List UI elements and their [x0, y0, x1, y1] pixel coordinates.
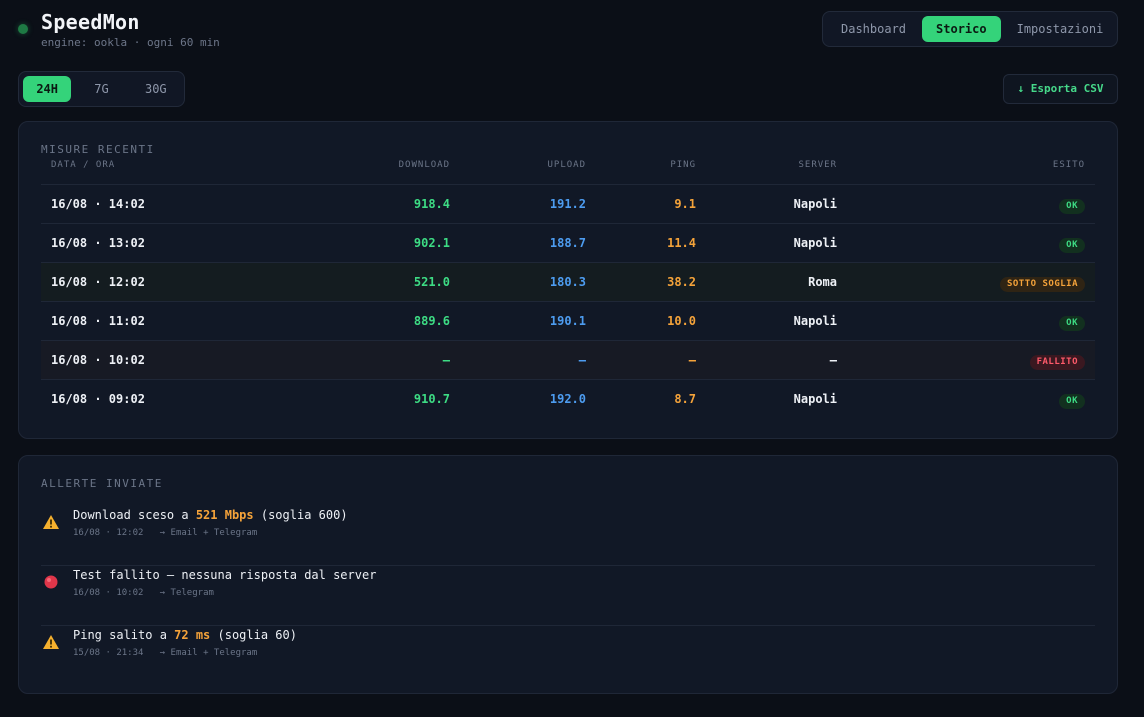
range-selector: 24H 7G 30G: [18, 71, 185, 107]
alert-text-pre: Ping salito a: [73, 628, 175, 642]
cell-upload: 191.2: [549, 197, 586, 211]
measurements-table: DATA / ORA DOWNLOAD UPLOAD PING SERVER E…: [41, 156, 1095, 418]
cell-upload: 190.1: [549, 314, 586, 328]
export-csv-button[interactable]: ↓ Esporta CSV: [1003, 74, 1118, 104]
alert-message: Download sceso a 521 Mbps (soglia 600): [73, 508, 348, 522]
cell-ping: 38.2: [667, 275, 696, 289]
alert-channels: → Email + Telegram: [159, 648, 258, 658]
cell-esito: OK: [1059, 380, 1085, 418]
cell-ping: —: [688, 353, 696, 367]
app-subtitle: engine: ookla · ogni 60 min: [41, 36, 220, 49]
status-badge: FALLITO: [1029, 355, 1085, 370]
alert-value: 521 Mbps: [195, 508, 254, 522]
table-header: DATA / ORA DOWNLOAD UPLOAD PING SERVER E…: [41, 156, 1095, 185]
app-title: SpeedMon: [41, 10, 140, 34]
measurements-card: MISURE RECENTI DATA / ORA DOWNLOAD UPLOA…: [18, 121, 1118, 439]
range-30g-button[interactable]: 30G: [132, 76, 180, 102]
cell-esito: OK: [1059, 224, 1085, 262]
table-row[interactable]: 16/08 · 12:02 521.0 180.3 38.2 Roma SOTT…: [41, 263, 1095, 302]
cell-server: Napoli: [793, 314, 837, 328]
table-row[interactable]: 16/08 · 10:02 — — — — FALLITO: [41, 341, 1095, 380]
alert-meta: 16/08 · 10:02 → Telegram: [73, 588, 214, 598]
cell-esito: OK: [1059, 185, 1085, 223]
col-esito: ESITO: [1052, 160, 1085, 170]
col-upload: UPLOAD: [547, 160, 586, 170]
alert-time: 16/08 · 12:02: [73, 528, 144, 538]
cell-server: Roma: [808, 275, 837, 289]
alert-text-post: (soglia 600): [253, 508, 348, 522]
alert-item[interactable]: Download sceso a 521 Mbps (soglia 600) 1…: [41, 505, 1095, 566]
col-ping: PING: [670, 160, 696, 170]
cell-ping: 10.0: [667, 314, 696, 328]
col-server: SERVER: [798, 160, 837, 170]
status-badge: OK: [1059, 394, 1085, 409]
col-download: DOWNLOAD: [398, 160, 450, 170]
cell-ping: 8.7: [674, 392, 696, 406]
alert-text-pre: Download sceso a: [73, 508, 196, 522]
alert-channels: → Telegram: [159, 588, 214, 598]
cell-date: 16/08 · 13:02: [51, 236, 145, 250]
cell-upload: 180.3: [549, 275, 586, 289]
status-badge: OK: [1059, 238, 1085, 253]
alert-meta: 15/08 · 21:34 → Email + Telegram: [73, 648, 257, 658]
cell-upload: —: [578, 353, 586, 367]
cell-ping: 9.1: [674, 197, 696, 211]
error-dot-icon: [44, 575, 58, 589]
alert-item[interactable]: Test fallito — nessuna risposta dal serv…: [41, 565, 1095, 626]
cell-date: 16/08 · 11:02: [51, 314, 145, 328]
alert-item[interactable]: Ping salito a 72 ms (soglia 60) 15/08 · …: [41, 625, 1095, 685]
cell-download: 902.1: [413, 236, 450, 250]
tab-storico[interactable]: Storico: [922, 16, 1001, 42]
table-row[interactable]: 16/08 · 09:02 910.7 192.0 8.7 Napoli OK: [41, 380, 1095, 418]
cell-date: 16/08 · 09:02: [51, 392, 145, 406]
cell-download: —: [442, 353, 450, 367]
alerts-card: ALLERTE INVIATE Download sceso a 521 Mbp…: [18, 455, 1118, 694]
cell-download: 889.6: [413, 314, 450, 328]
warning-icon: [43, 635, 59, 649]
status-badge: OK: [1059, 199, 1085, 214]
alerts-title: ALLERTE INVIATE: [41, 477, 163, 490]
alert-time: 15/08 · 21:34: [73, 648, 144, 658]
status-dot-icon: [18, 24, 28, 34]
main-nav: Dashboard Storico Impostazioni: [822, 11, 1118, 47]
status-badge: SOTTO SOGLIA: [999, 277, 1085, 292]
measurements-title: MISURE RECENTI: [41, 143, 155, 156]
tab-dashboard[interactable]: Dashboard: [827, 16, 920, 42]
status-badge: OK: [1059, 316, 1085, 331]
alert-text-post: (soglia 60): [210, 628, 297, 642]
alert-message: Test fallito — nessuna risposta dal serv…: [73, 568, 377, 582]
alert-value: 72 ms: [174, 628, 211, 642]
range-24h-button[interactable]: 24H: [23, 76, 72, 102]
table-row[interactable]: 16/08 · 11:02 889.6 190.1 10.0 Napoli OK: [41, 302, 1095, 341]
cell-upload: 192.0: [549, 392, 586, 406]
cell-server: Napoli: [793, 236, 837, 250]
warning-icon: [43, 515, 59, 529]
cell-server: Napoli: [793, 392, 837, 406]
cell-date: 16/08 · 10:02: [51, 353, 145, 367]
cell-esito: SOTTO SOGLIA: [999, 263, 1085, 301]
cell-server: Napoli: [793, 197, 837, 211]
cell-download: 521.0: [413, 275, 450, 289]
table-row[interactable]: 16/08 · 14:02 918.4 191.2 9.1 Napoli OK: [41, 185, 1095, 224]
alert-meta: 16/08 · 12:02 → Email + Telegram: [73, 528, 257, 538]
range-7g-button[interactable]: 7G: [77, 76, 125, 102]
table-row[interactable]: 16/08 · 13:02 902.1 188.7 11.4 Napoli OK: [41, 224, 1095, 263]
col-date: DATA / ORA: [51, 160, 116, 170]
cell-ping: 11.4: [667, 236, 696, 250]
cell-server: —: [829, 353, 837, 367]
alert-time: 16/08 · 10:02: [73, 588, 144, 598]
cell-download: 918.4: [413, 197, 450, 211]
cell-esito: FALLITO: [1029, 341, 1085, 379]
alert-message: Ping salito a 72 ms (soglia 60): [73, 628, 297, 642]
cell-upload: 188.7: [549, 236, 586, 250]
cell-download: 910.7: [413, 392, 450, 406]
cell-date: 16/08 · 14:02: [51, 197, 145, 211]
alert-channels: → Email + Telegram: [159, 528, 258, 538]
cell-date: 16/08 · 12:02: [51, 275, 145, 289]
cell-esito: OK: [1059, 302, 1085, 340]
tab-impostazioni[interactable]: Impostazioni: [1003, 16, 1118, 42]
